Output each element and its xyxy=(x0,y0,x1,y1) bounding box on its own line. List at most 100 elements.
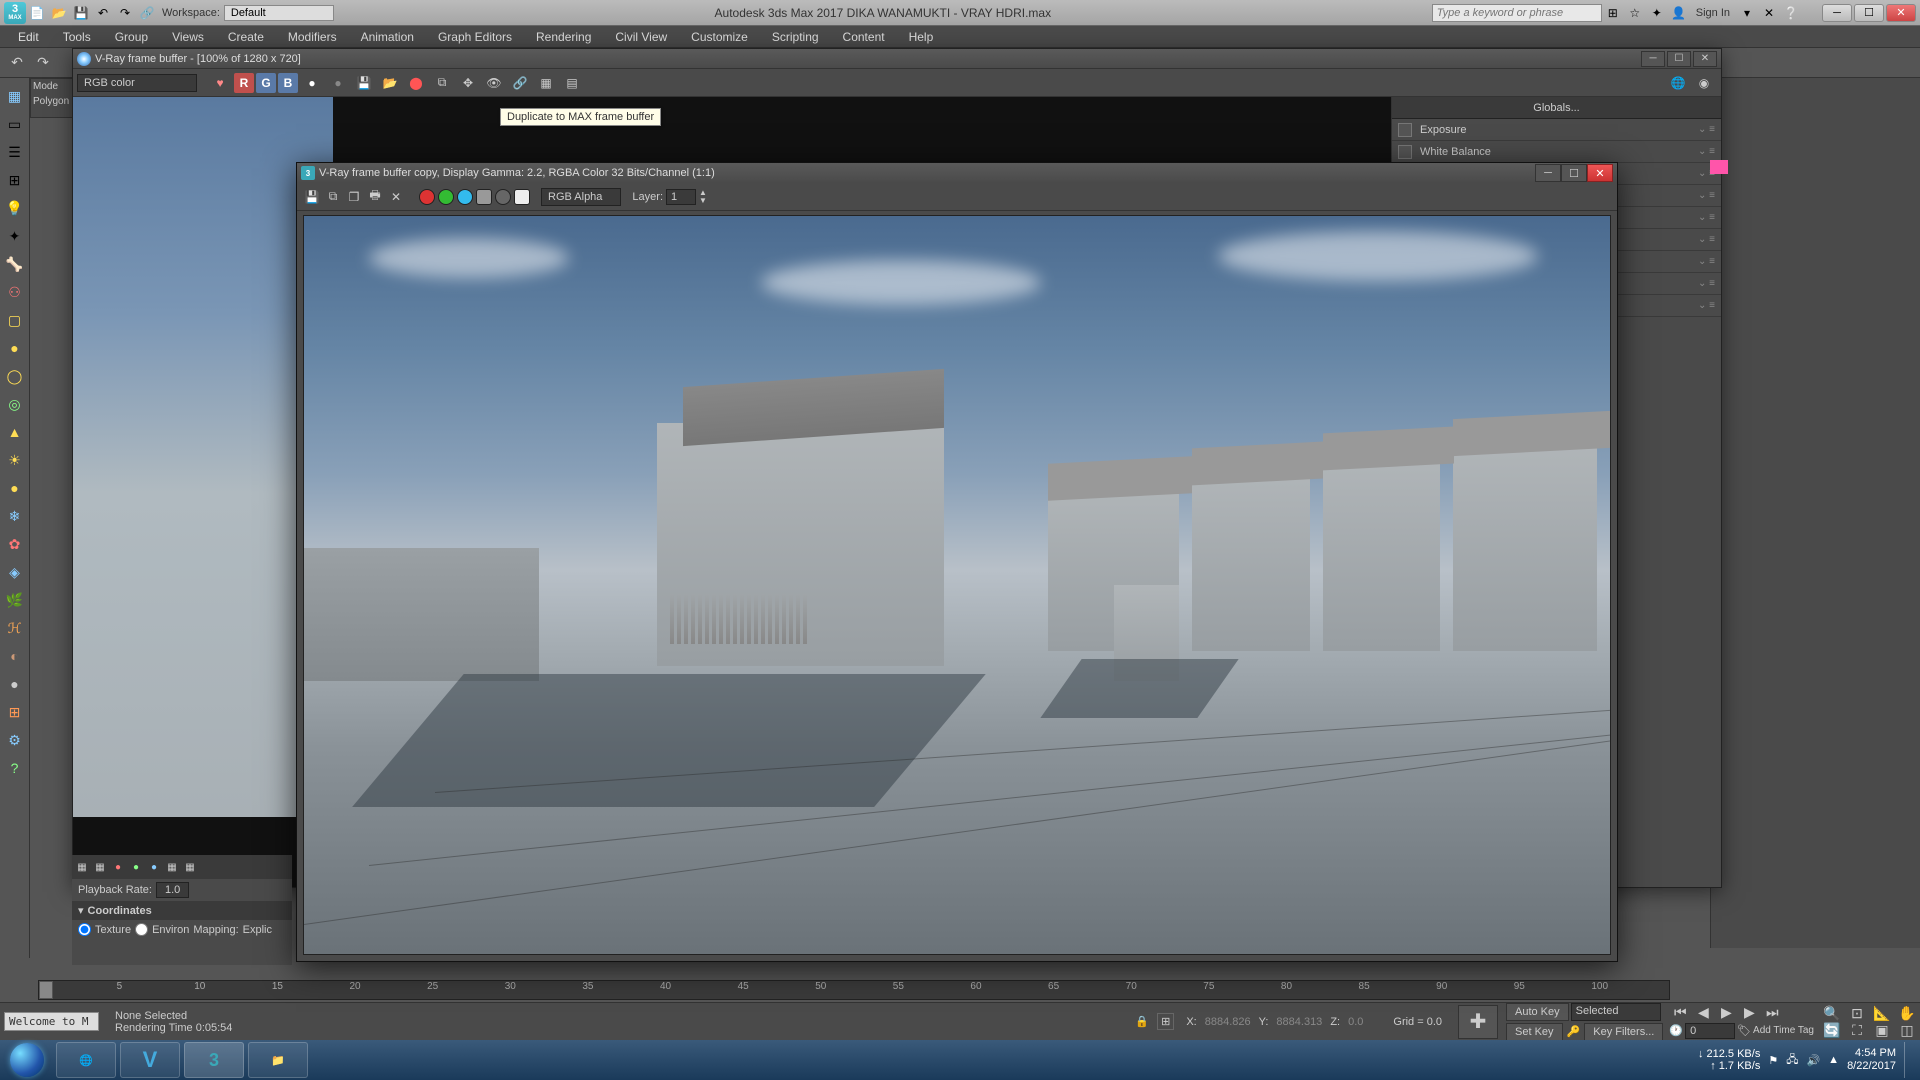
new-icon[interactable]: 📄 xyxy=(28,4,46,22)
menu-edit[interactable]: Edit xyxy=(8,28,49,46)
z-coord[interactable]: 0.0 xyxy=(1348,1016,1363,1028)
fx-icon[interactable]: ▦ xyxy=(534,71,558,95)
zoomregion-icon[interactable]: ◫ xyxy=(1896,1022,1918,1038)
panel-icon[interactable]: ▦ xyxy=(164,859,180,875)
star2-icon[interactable]: ✦ xyxy=(1648,4,1666,22)
mono-dot-button[interactable] xyxy=(495,189,511,205)
clone-icon[interactable]: ❐ xyxy=(345,188,363,206)
maxscript-input[interactable] xyxy=(4,1012,99,1031)
circle-icon[interactable]: ● xyxy=(3,476,27,500)
undo-tb-icon[interactable]: ↶ xyxy=(5,51,29,75)
vr-icon[interactable]: ◉ xyxy=(1692,71,1716,95)
box-icon[interactable]: ▢ xyxy=(3,308,27,332)
menu-civilview[interactable]: Civil View xyxy=(605,28,677,46)
torus-icon[interactable]: ◎ xyxy=(3,392,27,416)
taskbar-3dsmax[interactable]: 3 xyxy=(184,1042,244,1078)
load-render-icon[interactable]: 📂 xyxy=(378,71,402,95)
timeline[interactable]: 5101520253035404550556065707580859095100 xyxy=(38,980,1670,1000)
zoomext-icon[interactable]: ▣ xyxy=(1871,1022,1893,1038)
tray-network-icon[interactable]: 🖧 xyxy=(1786,1051,1798,1070)
track-icon[interactable]: ✥ xyxy=(456,71,480,95)
toggle-icon[interactable]: ▾ xyxy=(1738,4,1756,22)
coordinates-rollout[interactable]: ▾ Coordinates xyxy=(72,901,292,920)
addtag-icon[interactable]: 🏷 xyxy=(1737,1024,1751,1037)
copy-icon[interactable]: ⧉ xyxy=(324,188,342,206)
side-row-exposure[interactable]: Exposure⌄ ≡ xyxy=(1392,119,1721,141)
chevron-down-icon[interactable]: ⌄ ≡ xyxy=(1698,234,1715,245)
chevron-down-icon[interactable]: ⌄ ≡ xyxy=(1698,146,1715,157)
cube-icon[interactable]: ▦ xyxy=(3,84,27,108)
vfbcopy-channel-select[interactable]: RGB Alpha xyxy=(541,188,621,206)
menu-scripting[interactable]: Scripting xyxy=(762,28,829,46)
globe-icon[interactable]: 🌐 xyxy=(1666,71,1690,95)
close-x-icon[interactable]: ✕ xyxy=(1760,4,1778,22)
mat-sphere-icon[interactable]: ● xyxy=(3,672,27,696)
texture-radio[interactable] xyxy=(78,923,91,936)
vfb-minimize[interactable]: ─ xyxy=(1641,51,1665,67)
grid-icon[interactable]: ⊞ xyxy=(3,168,27,192)
panel-icon[interactable]: ● xyxy=(110,859,126,875)
maxview-icon[interactable]: ⛶ xyxy=(1846,1022,1868,1038)
window-minimize[interactable]: ─ xyxy=(1822,4,1852,22)
keymode-select[interactable]: Selected xyxy=(1571,1003,1661,1021)
region-icon[interactable]: 👁 xyxy=(482,71,506,95)
menu-rendering[interactable]: Rendering xyxy=(526,28,601,46)
playback-value[interactable]: 1.0 xyxy=(156,882,189,898)
sign-in-button[interactable]: Sign In xyxy=(1696,7,1730,19)
checkbox-icon[interactable] xyxy=(1398,123,1412,137)
cyl-icon[interactable]: ◯ xyxy=(3,364,27,388)
menu-views[interactable]: Views xyxy=(162,28,214,46)
environ-radio[interactable] xyxy=(135,923,148,936)
save-render-icon[interactable]: 💾 xyxy=(352,71,376,95)
crosshair-icon[interactable]: ✚ xyxy=(1458,1005,1498,1039)
autokey-button[interactable]: Auto Key xyxy=(1506,1003,1569,1021)
side-row-whitebalance[interactable]: White Balance⌄ ≡ xyxy=(1392,141,1721,163)
blue-dot-button[interactable] xyxy=(457,189,473,205)
menu-animation[interactable]: Animation xyxy=(351,28,424,46)
goto-start-icon[interactable]: ⏮ xyxy=(1670,1005,1690,1021)
cone-icon[interactable]: ▲ xyxy=(3,420,27,444)
print-icon[interactable]: 🖶 xyxy=(366,188,384,206)
snap-icon[interactable]: ⊞ xyxy=(1157,1013,1174,1030)
save-icon[interactable]: 💾 xyxy=(303,188,321,206)
white-button[interactable] xyxy=(514,189,530,205)
duplicate-icon[interactable]: ⧉ xyxy=(430,71,454,95)
red-channel-button[interactable]: R xyxy=(234,73,254,93)
addtag-label[interactable]: Add Time Tag xyxy=(1753,1025,1814,1036)
goto-end-icon[interactable]: ⏭ xyxy=(1762,1005,1782,1021)
zoom-icon[interactable]: 🔍 xyxy=(1821,1005,1843,1021)
menu-content[interactable]: Content xyxy=(833,28,895,46)
help2-icon[interactable]: ❔ xyxy=(1782,4,1800,22)
window-close[interactable]: ✕ xyxy=(1886,4,1916,22)
mat-grid-icon[interactable]: ⊞ xyxy=(3,700,27,724)
mono-icon[interactable]: ● xyxy=(300,71,324,95)
y-coord[interactable]: 8884.313 xyxy=(1276,1016,1322,1028)
workspace-select[interactable]: Default xyxy=(224,5,334,21)
render-setup-icon[interactable]: ⚙ xyxy=(3,728,27,752)
star-icon[interactable]: ☆ xyxy=(1626,4,1644,22)
vfb-maximize[interactable]: ☐ xyxy=(1667,51,1691,67)
hair-icon[interactable]: ℋ xyxy=(3,616,27,640)
menu-modifiers[interactable]: Modifiers xyxy=(278,28,347,46)
taskbar-explorer[interactable]: 📁 xyxy=(248,1042,308,1078)
vfbcopy-minimize[interactable]: ─ xyxy=(1535,164,1561,182)
orbit-icon[interactable]: 🔄 xyxy=(1821,1022,1843,1038)
biped-icon[interactable]: ⚇ xyxy=(3,280,27,304)
select-icon[interactable]: ▭ xyxy=(3,112,27,136)
prev-frame-icon[interactable]: ◀ xyxy=(1693,1005,1713,1021)
frame-input[interactable] xyxy=(1685,1023,1735,1039)
vfb-channel-select[interactable]: RGB color xyxy=(77,74,197,92)
stop-icon[interactable]: ⬤ xyxy=(404,71,428,95)
window-maximize[interactable]: ☐ xyxy=(1854,4,1884,22)
cloth-icon[interactable]: ◐ xyxy=(3,644,27,668)
next-frame-icon[interactable]: ▶ xyxy=(1739,1005,1759,1021)
menu-group[interactable]: Group xyxy=(105,28,158,46)
delete-icon[interactable]: ✕ xyxy=(387,188,405,206)
menu-help[interactable]: Help xyxy=(899,28,944,46)
link-icon[interactable]: 🔗 xyxy=(138,4,156,22)
lock-icon[interactable]: 🔒 xyxy=(1135,1015,1149,1028)
layer-spinner[interactable]: 1 xyxy=(666,189,696,205)
show-desktop-button[interactable] xyxy=(1904,1042,1912,1078)
save-icon[interactable]: 💾 xyxy=(72,4,90,22)
pan-icon[interactable]: ✋ xyxy=(1896,1005,1918,1021)
